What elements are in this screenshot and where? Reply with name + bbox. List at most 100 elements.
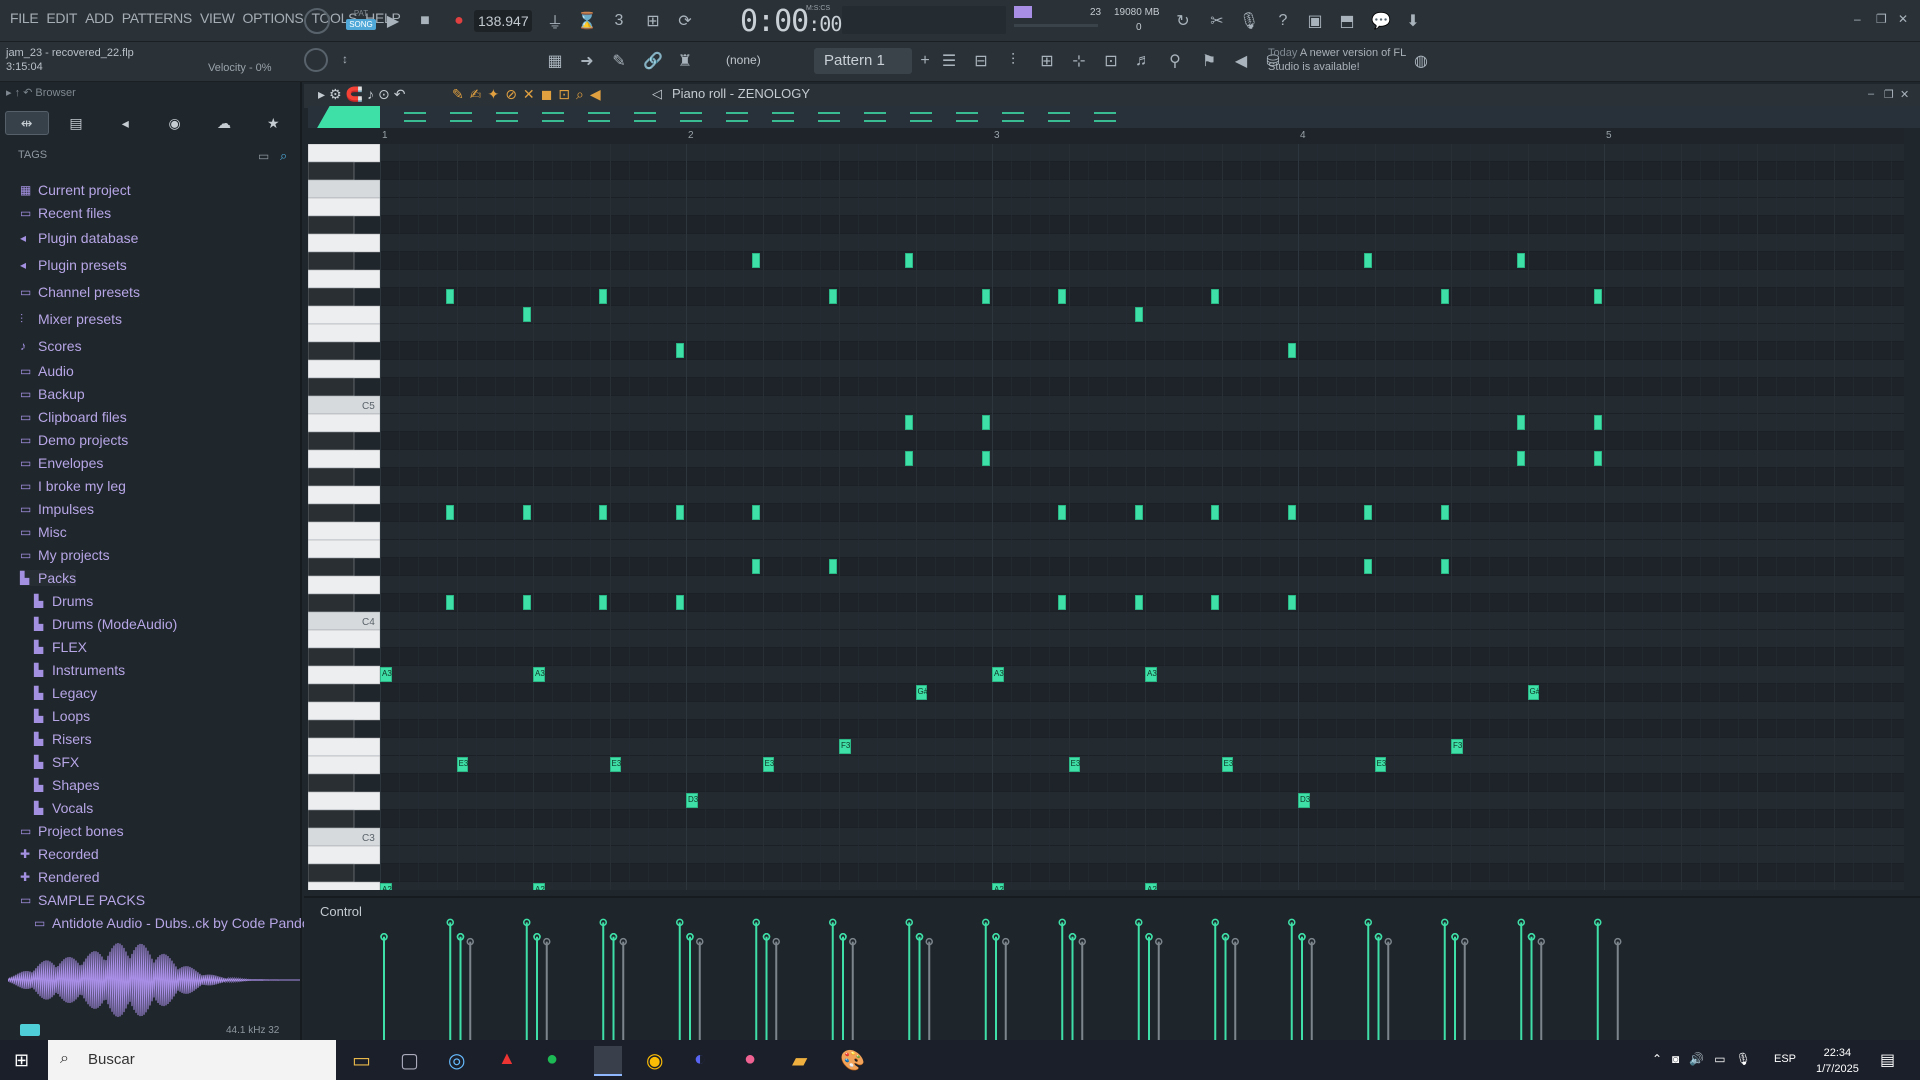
note[interactable]: E3 — [456, 757, 469, 772]
wait-input-icon[interactable]: ⌛ — [574, 8, 600, 34]
browser-item[interactable]: ▙ Risers — [34, 731, 92, 747]
piano-roll-tools[interactable]: ▸⚙🧲♪⊙↶ — [318, 86, 409, 103]
loop-record-icon[interactable]: ⟳ — [672, 8, 698, 34]
white-key[interactable] — [308, 179, 380, 199]
browser-item[interactable]: ♪ Scores — [20, 338, 82, 354]
files-tab-icon[interactable]: ▤ — [54, 111, 98, 135]
tray-icons[interactable]: ⌃◙🔊▭🎙 — [1652, 1052, 1761, 1066]
osu-icon[interactable]: ● — [744, 1048, 756, 1071]
news-panel[interactable]: Today A newer version of FL Studio is av… — [1268, 46, 1408, 74]
note-stab[interactable] — [675, 343, 684, 358]
note-stab[interactable] — [981, 415, 990, 430]
plugin-picker-icon[interactable]: ⊹ — [1066, 48, 1092, 74]
all-tab-icon[interactable]: ⇹ — [4, 111, 49, 135]
black-key[interactable] — [308, 251, 355, 271]
download-icon[interactable]: ⬇ — [1400, 8, 1426, 34]
browser-item[interactable]: ⫶ Mixer presets — [20, 311, 122, 327]
white-key[interactable] — [308, 701, 380, 721]
menu-add[interactable]: ADD — [81, 10, 118, 26]
note-stab[interactable] — [1364, 253, 1373, 268]
paint-icon[interactable]: 🎨 — [840, 1048, 865, 1073]
favorites-tab-icon[interactable]: ★ — [251, 111, 295, 135]
note[interactable]: G#3 — [1527, 685, 1540, 700]
white-key[interactable] — [308, 755, 380, 775]
browser-item[interactable]: ▙ SFX — [34, 754, 79, 770]
speaker-icon[interactable]: ◁ — [652, 86, 662, 102]
note[interactable]: E3 — [609, 757, 622, 772]
amd-icon[interactable]: ▲ — [498, 1048, 516, 1069]
countdown-icon[interactable]: 3 — [606, 8, 632, 34]
control-label[interactable]: Control — [320, 904, 362, 919]
note[interactable]: E3 — [1374, 757, 1387, 772]
note-stab[interactable] — [905, 253, 914, 268]
white-key[interactable] — [308, 143, 380, 163]
preview-play-icon[interactable] — [20, 1024, 40, 1036]
white-key[interactable] — [308, 575, 380, 595]
tempo-display[interactable]: 138.947 — [474, 10, 532, 32]
render-icon[interactable]: ◀ — [1228, 48, 1254, 74]
black-key[interactable] — [308, 503, 355, 523]
note-stab[interactable] — [1134, 505, 1143, 520]
mixer-icon[interactable]: ⫶ — [1000, 48, 1026, 74]
note-stab[interactable] — [1287, 505, 1296, 520]
note-stab[interactable] — [1440, 289, 1449, 304]
note[interactable]: A3 — [992, 667, 1004, 682]
browser-item[interactable]: ▭ Project bones — [20, 823, 124, 839]
browser-item[interactable]: ▙ Drums — [34, 593, 93, 609]
note-stab[interactable] — [675, 505, 684, 520]
pitch-knob[interactable] — [304, 48, 328, 72]
snap-marker-icon[interactable]: ↕ — [342, 52, 356, 68]
white-key[interactable] — [308, 413, 380, 433]
taskbar-clock[interactable]: 22:34 1/7/2025 — [1816, 1045, 1859, 1077]
snap-selector[interactable]: (none) — [726, 53, 761, 67]
pr-restore-icon[interactable]: ❐ — [1884, 88, 1894, 101]
note[interactable]: A2 — [380, 883, 392, 890]
note-stab[interactable] — [828, 559, 837, 574]
stop-icon[interactable]: ■ — [412, 8, 438, 34]
steam-icon[interactable]: ◎ — [448, 1048, 465, 1073]
browser-item[interactable]: ◂ Plugin database — [20, 230, 138, 246]
file-explorer-icon[interactable]: ▭ — [352, 1048, 371, 1073]
browser-item[interactable]: ▭ SAMPLE PACKS — [20, 892, 145, 908]
plugins-tab-icon[interactable]: ◂ — [103, 111, 147, 135]
note-stab[interactable] — [1211, 505, 1220, 520]
white-key[interactable] — [308, 791, 380, 811]
note[interactable]: A2 — [1145, 883, 1157, 890]
black-key[interactable] — [308, 863, 355, 883]
menu-file[interactable]: FILE — [6, 10, 42, 26]
browser-item[interactable]: ▭ Audio — [20, 363, 74, 379]
white-key[interactable] — [308, 359, 380, 379]
black-key[interactable] — [308, 215, 355, 235]
white-key[interactable] — [308, 665, 380, 685]
white-key[interactable] — [308, 737, 380, 757]
note[interactable]: D3 — [686, 793, 698, 808]
white-key[interactable] — [308, 521, 380, 541]
browser-item[interactable]: ▭ Channel presets — [20, 284, 140, 300]
browser-item[interactable]: ▙ Vocals — [34, 800, 93, 816]
browser-item[interactable]: ▭ Envelopes — [20, 455, 103, 471]
velocity-lane[interactable] — [380, 910, 1904, 1040]
save-icon[interactable]: ▣ — [1302, 8, 1328, 34]
black-key[interactable] — [308, 719, 355, 739]
note[interactable]: A3 — [380, 667, 392, 682]
browser-item[interactable]: ▙ Legacy — [34, 685, 97, 701]
note-stab[interactable] — [981, 451, 990, 466]
browser-item[interactable]: ▭ Demo projects — [20, 432, 128, 448]
note-stab[interactable] — [905, 451, 914, 466]
note[interactable]: A2 — [533, 883, 545, 890]
windows-start-icon[interactable]: ⊞ — [14, 1050, 29, 1071]
add-pattern-icon[interactable]: + — [912, 48, 938, 74]
note[interactable]: E3 — [762, 757, 775, 772]
pat-song-toggle[interactable]: PAT SONG — [346, 8, 376, 32]
browser-item[interactable]: ▙ Instruments — [34, 662, 125, 678]
cloud-tab-icon[interactable]: ☁ — [202, 111, 246, 135]
note-stab[interactable] — [446, 595, 455, 610]
menu-edit[interactable]: EDIT — [42, 10, 81, 26]
note-stab[interactable] — [1440, 559, 1449, 574]
help-icon[interactable]: ? — [1270, 8, 1296, 34]
note-stab[interactable] — [752, 253, 761, 268]
ghost-strip[interactable] — [308, 106, 1920, 128]
blend-notes-icon[interactable]: ⊞ — [640, 8, 666, 34]
browser-item[interactable]: ▙ Drums (ModeAudio) — [34, 616, 177, 632]
note-stab[interactable] — [446, 289, 455, 304]
